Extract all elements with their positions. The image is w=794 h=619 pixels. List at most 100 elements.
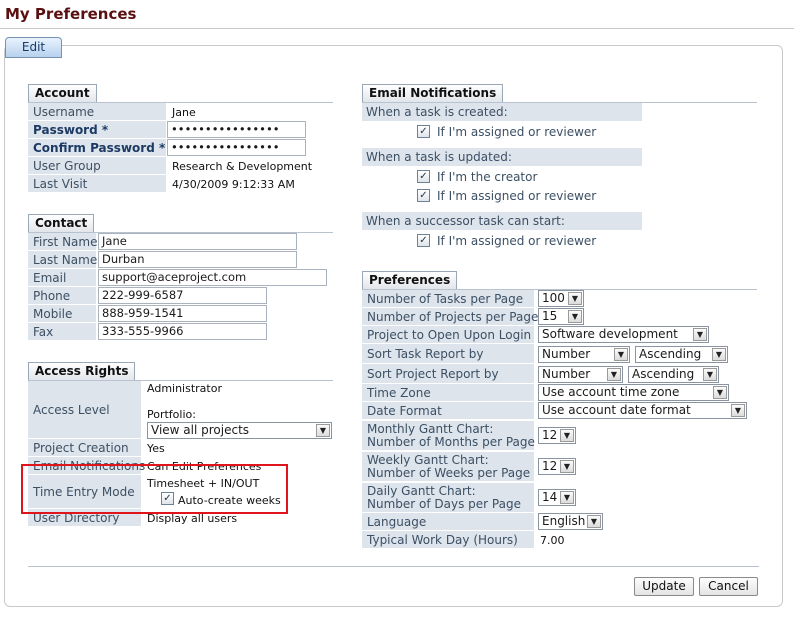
date-format-label: Date Format — [362, 402, 534, 419]
weekly-gantt-label: Weekly Gantt Chart: Number of Weeks per … — [362, 452, 534, 481]
cancel-button[interactable]: Cancel — [699, 577, 758, 596]
successor-assigned-label: If I'm assigned or reviewer — [437, 234, 597, 248]
task-created-assigned-label: If I'm assigned or reviewer — [437, 125, 597, 139]
time-zone-label: Time Zone — [362, 384, 534, 401]
project-creation-value: Yes — [147, 442, 165, 455]
sort-task-order-select[interactable]: Ascending ▼ — [635, 346, 728, 363]
sort-project-order-select[interactable]: Ascending ▼ — [628, 366, 719, 383]
portfolio-select-value: View all projects — [151, 423, 250, 437]
sort-project-field-select[interactable]: Number ▼ — [538, 366, 623, 383]
contact-section-header: Contact — [28, 214, 95, 232]
projects-per-page-value: 15 — [542, 309, 558, 323]
task-updated-creator-checkbox[interactable]: ✓ — [417, 170, 430, 183]
weekly-gantt-value: 12 — [542, 459, 558, 473]
sort-project-order-value: Ascending — [632, 367, 695, 381]
confirm-password-label: Confirm Password * — [28, 139, 166, 156]
user-group-value: Research & Development — [172, 160, 313, 173]
footer-divider — [28, 566, 759, 567]
task-updated-assigned-checkbox[interactable]: ✓ — [417, 189, 430, 202]
access-rights-section-header: Access Rights — [28, 362, 136, 380]
phone-field[interactable]: 222-999-6587 — [98, 287, 267, 304]
chevron-down-icon: ▼ — [712, 348, 726, 361]
task-updated-creator-label: If I'm the creator — [437, 170, 538, 184]
preferences-section-header: Preferences — [362, 271, 458, 289]
password-field[interactable]: •••••••••••••••• — [167, 121, 306, 138]
successor-start-label: When a successor task can start: — [362, 212, 642, 230]
projects-per-page-label: Number of Projects per Page — [362, 308, 538, 325]
chevron-down-icon: ▼ — [607, 368, 621, 381]
monthly-gantt-value: 12 — [542, 428, 558, 442]
project-on-login-select[interactable]: Software development ▼ — [538, 326, 709, 343]
project-creation-label: Project Creation — [28, 439, 141, 456]
chevron-down-icon: ▼ — [568, 292, 582, 305]
last-name-label: Last Name — [28, 251, 97, 268]
task-created-label: When a task is created: — [362, 103, 642, 121]
language-label: Language — [362, 513, 534, 530]
username-value: Jane — [172, 106, 196, 119]
email-label: Email — [28, 269, 96, 286]
tasks-per-page-select[interactable]: 100 ▼ — [538, 290, 584, 307]
email-notifications-section-header: Email Notifications — [362, 84, 504, 102]
chevron-down-icon: ▼ — [614, 348, 628, 361]
weekly-gantt-label-line2: Number of Weeks per Page — [367, 465, 531, 480]
portfolio-select[interactable]: View all projects ▼ — [147, 422, 332, 439]
password-label: Password * — [28, 121, 166, 138]
access-level-label: Access Level — [28, 381, 141, 438]
projects-per-page-select[interactable]: 15 ▼ — [538, 308, 584, 325]
first-name-label: First Name — [28, 233, 97, 250]
tasks-per-page-value: 100 — [542, 291, 565, 305]
sort-task-report-label: Sort Task Report by — [362, 344, 534, 363]
page-title: My Preferences — [5, 5, 137, 23]
work-day-label: Typical Work Day (Hours) — [362, 531, 534, 548]
portfolio-label: Portfolio: — [147, 408, 196, 421]
date-format-select[interactable]: Use account date format ▼ — [538, 402, 747, 419]
task-updated-label: When a task is updated: — [362, 148, 642, 166]
fax-label: Fax — [28, 323, 96, 340]
monthly-gantt-select[interactable]: 12 ▼ — [538, 427, 576, 444]
tasks-per-page-label: Number of Tasks per Page — [362, 290, 534, 307]
username-label: Username — [28, 103, 166, 120]
monthly-gantt-label: Monthly Gantt Chart: Number of Months pe… — [362, 421, 535, 450]
project-on-login-value: Software development — [542, 327, 678, 341]
mobile-field[interactable]: 888-959-1541 — [98, 305, 267, 322]
chevron-down-icon: ▼ — [713, 386, 727, 399]
monthly-gantt-label-line2: Number of Months per Page — [367, 434, 535, 449]
access-level-value: Administrator — [147, 382, 222, 395]
first-name-field[interactable]: Jane — [98, 233, 297, 250]
chevron-down-icon: ▼ — [560, 491, 574, 504]
last-name-field[interactable]: Durban — [98, 251, 297, 268]
language-select[interactable]: English ▼ — [538, 513, 603, 530]
work-day-value: 7.00 — [540, 534, 565, 547]
sort-task-field-value: Number — [542, 347, 591, 361]
task-created-assigned-checkbox[interactable]: ✓ — [417, 125, 430, 138]
highlight-box — [21, 464, 288, 514]
last-visit-value: 4/30/2009 9:12:33 AM — [172, 178, 295, 191]
email-field[interactable]: support@aceproject.com — [98, 269, 327, 286]
weekly-gantt-label-line1: Weekly Gantt Chart: — [367, 452, 489, 467]
monthly-gantt-label-line1: Monthly Gantt Chart: — [367, 421, 494, 436]
task-updated-assigned-label: If I'm assigned or reviewer — [437, 189, 597, 203]
sort-project-field-value: Number — [542, 367, 591, 381]
sort-task-order-value: Ascending — [639, 347, 702, 361]
weekly-gantt-select[interactable]: 12 ▼ — [538, 458, 576, 475]
tab-edit[interactable]: Edit — [5, 37, 62, 58]
user-group-label: User Group — [28, 157, 166, 174]
chevron-down-icon: ▼ — [568, 310, 582, 323]
update-button[interactable]: Update — [634, 577, 694, 596]
sort-task-field-select[interactable]: Number ▼ — [538, 346, 630, 363]
phone-label: Phone — [28, 287, 96, 304]
successor-assigned-checkbox[interactable]: ✓ — [417, 234, 430, 247]
time-zone-value: Use account time zone — [542, 385, 680, 399]
project-on-login-label: Project to Open Upon Login — [362, 326, 534, 343]
title-divider — [0, 28, 794, 29]
daily-gantt-value: 14 — [542, 490, 558, 504]
daily-gantt-label: Daily Gantt Chart: Number of Days per Pa… — [362, 483, 534, 512]
daily-gantt-select[interactable]: 14 ▼ — [538, 489, 576, 506]
time-zone-select[interactable]: Use account time zone ▼ — [538, 384, 729, 401]
last-visit-label: Last Visit — [28, 175, 166, 192]
chevron-down-icon: ▼ — [316, 424, 330, 437]
confirm-password-field[interactable]: •••••••••••••••• — [167, 139, 306, 156]
fax-field[interactable]: 333-555-9966 — [98, 323, 267, 340]
chevron-down-icon: ▼ — [703, 368, 717, 381]
date-format-value: Use account date format — [542, 403, 691, 417]
